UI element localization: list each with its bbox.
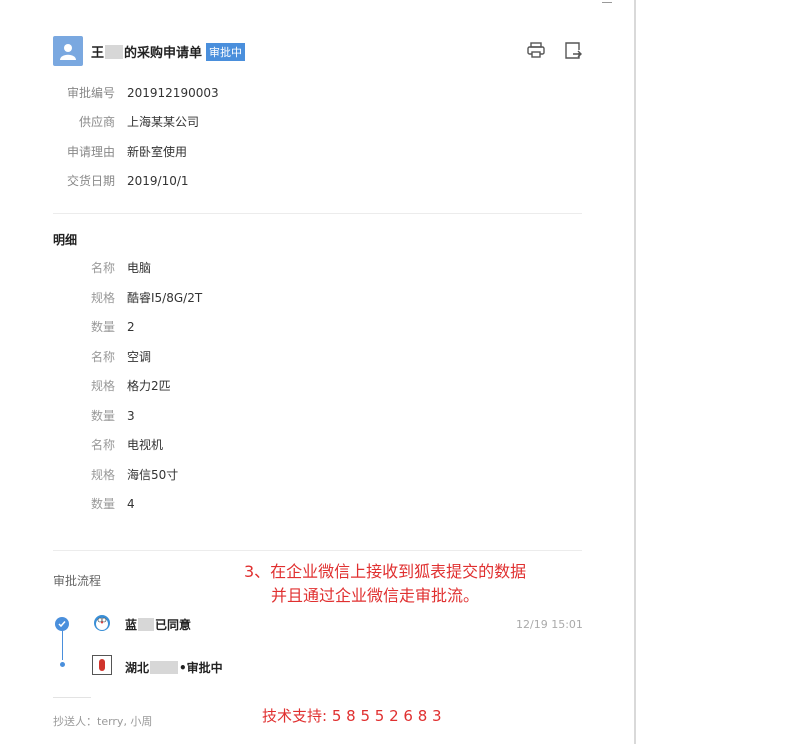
detail-label: 规格 bbox=[90, 291, 115, 305]
status-badge: 审批中 bbox=[206, 43, 246, 61]
support-contact: 技术支持: 5 8 5 5 2 6 8 3 bbox=[262, 707, 442, 725]
field-label: 供应商 bbox=[78, 115, 115, 129]
page-title: 王 的采购申请单 审批中 bbox=[91, 42, 246, 61]
divider bbox=[53, 697, 91, 698]
detail-label: 数量 bbox=[90, 320, 115, 334]
divider bbox=[53, 550, 582, 551]
share-icon[interactable] bbox=[564, 42, 582, 59]
print-icon[interactable] bbox=[527, 42, 545, 58]
title-suffix: 的采购申请单 bbox=[124, 46, 203, 61]
redacted-mask bbox=[150, 661, 179, 674]
detail-label: 数量 bbox=[90, 409, 115, 423]
doraemon-avatar-icon bbox=[94, 615, 110, 631]
step-approver: 湖北 •审批中 bbox=[125, 659, 223, 676]
redacted-mask bbox=[138, 618, 155, 631]
detail-value: 2 bbox=[127, 320, 135, 334]
step-status: 已同意 bbox=[155, 618, 192, 632]
avatar bbox=[53, 36, 83, 66]
approval-detail-pane: 王的采购申请单 审批中 审批编号 201912190003 供应商 上海某某公司 … bbox=[0, 0, 636, 744]
title-prefix: 王 bbox=[91, 46, 105, 61]
approval-header: 王 的采购申请单 审批中 bbox=[53, 36, 583, 66]
field-value: 2019/10/1 bbox=[127, 174, 189, 188]
detail-value: 3 bbox=[127, 409, 135, 423]
step-status: •审批中 bbox=[179, 661, 223, 675]
detail-label: 规格 bbox=[90, 468, 115, 482]
pane-border bbox=[634, 0, 636, 744]
step-time: 12/19 15:01 bbox=[516, 618, 583, 631]
annotation-line: 并且通过企业微信走审批流。 bbox=[271, 586, 480, 605]
step-approver: 蓝 已同意 bbox=[125, 616, 191, 633]
check-icon bbox=[55, 617, 69, 631]
cc-list: 抄送人：terry, 小周 bbox=[53, 715, 153, 728]
field-value: 201912190003 bbox=[127, 86, 219, 100]
annotation-line: 3、在企业微信上接收到狐表提交的数据 bbox=[244, 562, 527, 581]
approver-avatar-icon bbox=[92, 655, 112, 675]
field-label: 申请理由 bbox=[66, 145, 115, 159]
step-name-prefix: 蓝 bbox=[125, 618, 138, 632]
detail-value: 酷睿I5/8G/2T bbox=[127, 291, 203, 305]
detail-label: 规格 bbox=[90, 379, 115, 393]
detail-value: 电脑 bbox=[127, 261, 152, 275]
detail-label: 名称 bbox=[90, 350, 115, 364]
field-value: 上海某某公司 bbox=[127, 115, 200, 129]
flow-title: 审批流程 bbox=[53, 574, 102, 588]
detail-value: 海信50寸 bbox=[127, 468, 179, 482]
details-title: 明细 bbox=[53, 233, 78, 247]
flow-connector bbox=[62, 630, 63, 660]
detail-label: 名称 bbox=[90, 261, 115, 275]
redacted-mask bbox=[105, 45, 124, 59]
field-label: 交货日期 bbox=[66, 174, 115, 188]
detail-label: 名称 bbox=[90, 438, 115, 452]
field-value: 新卧室使用 bbox=[127, 145, 188, 159]
step-name-prefix: 湖北 bbox=[125, 661, 150, 675]
pending-dot-icon bbox=[60, 662, 65, 667]
field-label: 审批编号 bbox=[66, 86, 115, 100]
detail-value: 4 bbox=[127, 497, 135, 511]
detail-value: 空调 bbox=[127, 350, 152, 364]
person-icon bbox=[60, 44, 76, 60]
minimize-icon[interactable] bbox=[602, 2, 612, 3]
divider bbox=[53, 213, 582, 214]
detail-value: 电视机 bbox=[127, 438, 164, 452]
detail-label: 数量 bbox=[90, 497, 115, 511]
detail-value: 格力2匹 bbox=[127, 379, 171, 393]
